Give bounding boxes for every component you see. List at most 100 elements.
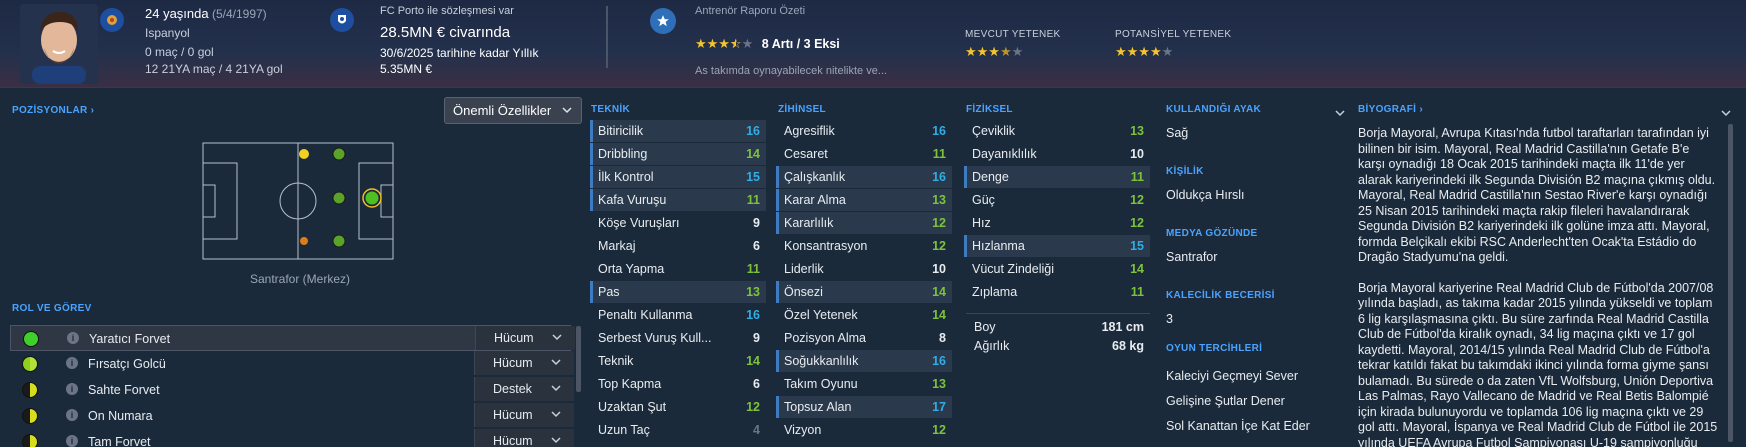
attribute-row[interactable]: Denge 11 xyxy=(964,166,1150,188)
attribute-row[interactable]: Agresiflik 16 xyxy=(776,120,952,142)
pos-dot-amc xyxy=(332,147,346,161)
attribute-row[interactable]: İlk Kontrol 15 xyxy=(590,166,766,188)
national-caps: 0 maç / 0 gol xyxy=(145,45,214,59)
role-duty-select[interactable]: Hücum xyxy=(474,351,574,375)
media-description-title: MEDYA GÖZÜNDE xyxy=(1166,228,1258,239)
attribute-name: İlk Kontrol xyxy=(598,170,654,184)
attribute-value: 17 xyxy=(932,400,946,414)
role-rating-icon xyxy=(22,356,38,372)
attribute-value: 14 xyxy=(746,147,760,161)
role-duty-select[interactable]: Hücum xyxy=(474,429,574,447)
attribute-name: Penaltı Kullanma xyxy=(598,308,693,322)
chevron-down-icon[interactable] xyxy=(1334,106,1346,124)
role-duty-select[interactable]: Destek xyxy=(474,377,574,401)
pos-dot-mc xyxy=(332,191,346,205)
attribute-row[interactable]: Takım Oyunu 13 xyxy=(776,373,952,395)
report-note[interactable]: As takımda oynayabilecek nitelikte ve... xyxy=(695,65,887,77)
info-icon[interactable]: i xyxy=(66,435,78,447)
report-stars: ★★★☆★★ xyxy=(695,36,754,51)
chevron-down-icon[interactable] xyxy=(1720,106,1732,124)
trait-item: Kaleciyi Geçmeyi Sever xyxy=(1166,369,1298,383)
attribute-row[interactable]: Uzaktan Şut 12 xyxy=(590,396,766,418)
role-row[interactable]: i Fırsatçı Golcü Hücum xyxy=(10,351,574,377)
attribute-name: Hızlanma xyxy=(972,239,1025,253)
attribute-row[interactable]: Uzun Taç 4 xyxy=(590,419,766,441)
attribute-row[interactable]: Pozisyon Alma 8 xyxy=(776,327,952,349)
attribute-value: 11 xyxy=(746,193,760,207)
attribute-value: 10 xyxy=(1130,147,1144,161)
coach-report-icon[interactable] xyxy=(650,8,676,34)
attribute-value: 6 xyxy=(753,377,760,391)
attribute-name: Topsuz Alan xyxy=(784,400,852,414)
attribute-value: 10 xyxy=(932,262,946,276)
role-duty-select[interactable]: Hücum xyxy=(475,326,575,350)
role-row[interactable]: i Sahte Forvet Destek xyxy=(10,377,574,403)
attribute-row[interactable]: Önsezi 14 xyxy=(776,281,952,303)
attribute-row[interactable]: Kararlılık 12 xyxy=(776,212,952,234)
attribute-name: Takım Oyunu xyxy=(784,377,858,391)
attribute-row[interactable]: Penaltı Kullanma 16 xyxy=(590,304,766,326)
attribute-row[interactable]: Topsuz Alan 17 xyxy=(776,396,952,418)
pos-dot-st xyxy=(365,191,379,205)
attribute-row[interactable]: Hızlanma 15 xyxy=(964,235,1150,257)
info-icon[interactable]: i xyxy=(66,357,78,369)
attribute-row[interactable]: Hız 12 xyxy=(964,212,1150,234)
attribute-row[interactable]: Kafa Vuruşu 11 xyxy=(590,189,766,211)
attribute-row[interactable]: Karar Alma 13 xyxy=(776,189,952,211)
attribute-row[interactable]: Çeviklik 13 xyxy=(964,120,1150,142)
attribute-row[interactable]: Orta Yapma 11 xyxy=(590,258,766,280)
biography-scrollbar[interactable] xyxy=(1728,124,1733,442)
attribute-row[interactable]: Cesaret 11 xyxy=(776,143,952,165)
positions-title[interactable]: POZİSYONLAR › xyxy=(12,105,94,116)
attribute-row[interactable]: Bitiricilik 16 xyxy=(590,120,766,142)
attribute-row[interactable]: Markaj 6 xyxy=(590,235,766,257)
current-club[interactable]: Ispanyol xyxy=(145,26,190,40)
role-row[interactable]: i Tam Forvet Hücum xyxy=(10,429,574,447)
attribute-row[interactable]: Vücut Zindeliği 14 xyxy=(964,258,1150,280)
dropdown-label: Önemli Özellikler xyxy=(453,103,552,118)
role-row[interactable]: i On Numara Hücum xyxy=(10,403,574,429)
biography-title[interactable]: BİYOGRAFİ › xyxy=(1358,104,1423,115)
attribute-name: Çalışkanlık xyxy=(784,170,846,184)
role-duty-select[interactable]: Hücum xyxy=(474,403,574,427)
attribute-row[interactable]: Pas 13 xyxy=(590,281,766,303)
duty-label: Hücum xyxy=(493,434,533,447)
info-icon[interactable]: i xyxy=(67,332,79,344)
attribute-row[interactable]: Zıplama 11 xyxy=(964,281,1150,303)
attribute-filter-dropdown[interactable]: Önemli Özellikler xyxy=(444,97,582,124)
duty-label: Hücum xyxy=(494,331,534,345)
attribute-row[interactable]: Güç 12 xyxy=(964,189,1150,211)
attribute-row[interactable]: Vizyon 12 xyxy=(776,419,952,441)
fc-porto-badge-icon[interactable] xyxy=(330,8,354,32)
mental-title: ZİHİNSEL xyxy=(778,104,826,115)
attribute-name: Güç xyxy=(972,193,995,207)
attribute-row[interactable]: Dribbling 14 xyxy=(590,143,766,165)
personality-title: KİŞİLİK xyxy=(1166,166,1204,177)
attribute-value: 6 xyxy=(753,239,760,253)
attribute-name: Bitiricilik xyxy=(598,124,644,138)
club-badge-icon[interactable] xyxy=(100,8,124,32)
attribute-row[interactable]: Konsantrasyon 12 xyxy=(776,235,952,257)
role-name: Sahte Forvet xyxy=(88,383,160,397)
attribute-row[interactable]: Özel Yetenek 14 xyxy=(776,304,952,326)
attribute-row[interactable]: Soğukkanlılık 16 xyxy=(776,350,952,372)
attribute-row[interactable]: Çalışkanlık 16 xyxy=(776,166,952,188)
role-row[interactable]: i Yaratıcı Forvet Hücum xyxy=(10,325,575,351)
duty-label: Hücum xyxy=(493,356,533,370)
info-icon[interactable]: i xyxy=(66,383,78,395)
roles-scrollbar[interactable] xyxy=(576,326,581,392)
attribute-row[interactable]: Teknik 14 xyxy=(590,350,766,372)
role-name: Fırsatçı Golcü xyxy=(88,357,166,371)
attribute-row[interactable]: Serbest Vuruş Kull... 9 xyxy=(590,327,766,349)
attribute-name: Çeviklik xyxy=(972,124,1016,138)
attribute-name: Uzaktan Şut xyxy=(598,400,667,414)
info-icon[interactable]: i xyxy=(66,409,78,421)
attribute-name: Vizyon xyxy=(784,423,822,437)
attribute-name: Önsezi xyxy=(784,285,823,299)
attribute-row[interactable]: Top Kapma 6 xyxy=(590,373,766,395)
attribute-value: 16 xyxy=(746,124,760,138)
attribute-row[interactable]: Köşe Vuruşları 9 xyxy=(590,212,766,234)
attribute-row[interactable]: Dayanıklılık 10 xyxy=(964,143,1150,165)
report-rating[interactable]: ★★★☆★★ 8 Artı / 3 Eksi xyxy=(695,35,840,53)
attribute-row[interactable]: Liderlik 10 xyxy=(776,258,952,280)
